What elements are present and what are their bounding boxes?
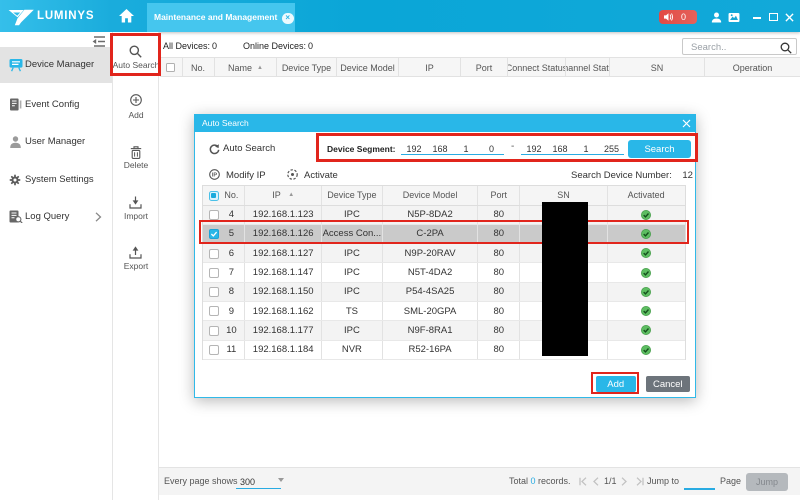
svg-text:IP: IP	[212, 173, 218, 179]
